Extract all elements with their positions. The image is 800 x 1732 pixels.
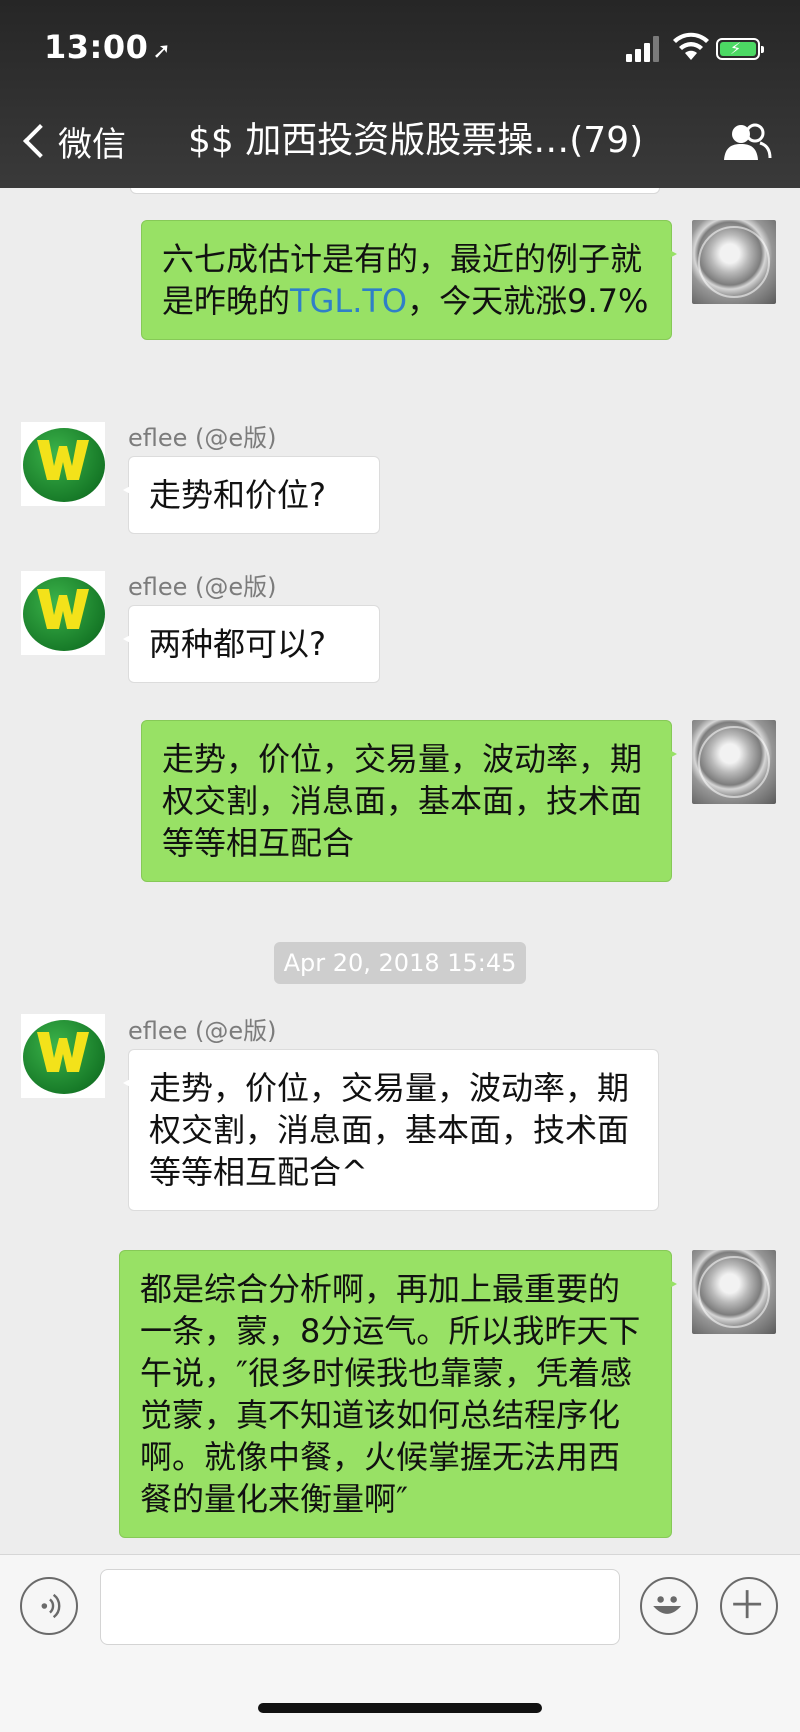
message-input[interactable] (100, 1569, 620, 1645)
message-text: 都是综合分析啊，再加上最重要的一条，蒙，8分运气。所以我昨天下午说，″很多时候我… (140, 1270, 641, 1518)
home-indicator (258, 1703, 542, 1713)
eflee-avatar[interactable] (21, 1014, 105, 1098)
sender-name: eflee (@e版) (128, 1017, 277, 1045)
chat-input-bar (0, 1554, 800, 1732)
back-button[interactable]: 微信 (18, 116, 126, 166)
message-text: ，今天就涨9.7% (407, 282, 649, 320)
more-options-button[interactable] (720, 1577, 778, 1635)
time-divider: Apr 20, 2018 15:45 (274, 942, 526, 984)
message-bubble[interactable]: 走势，价位，交易量，波动率，期权交割，消息面，基本面，技术面等等相互配合 (141, 720, 677, 882)
sender-name: eflee (@e版) (128, 424, 277, 452)
message-list[interactable]: 六七成估计是有的，最近的例子就是昨晚的TGL.TO，今天就涨9.7% eflee… (0, 188, 800, 1554)
message-bubble[interactable]: 走势，价位，交易量，波动率，期权交割，消息面，基本面，技术面等等相互配合^ (123, 1049, 659, 1211)
message-bubble[interactable]: 都是综合分析啊，再加上最重要的一条，蒙，8分运气。所以我昨天下午说，″很多时候我… (119, 1250, 677, 1538)
chevron-left-icon (23, 124, 57, 158)
my-avatar[interactable] (692, 220, 776, 304)
w-logo-icon (37, 440, 89, 480)
emoji-icon (653, 1596, 682, 1614)
status-time: 13:00 ➚ (44, 28, 171, 66)
message-bubble[interactable]: 六七成估计是有的，最近的例子就是昨晚的TGL.TO，今天就涨9.7% (141, 220, 677, 340)
emoji-button[interactable] (640, 1577, 698, 1635)
battery-icon: ⚡ (716, 38, 764, 60)
message-bubble[interactable]: 走势和价位? (123, 456, 380, 534)
plus-icon (733, 1590, 762, 1619)
previous-message-edge (130, 188, 660, 194)
navigation-header: 13:00 ➚ ⚡ 微信 $$ 加西投资版股票操…(79) (0, 0, 800, 188)
eflee-avatar[interactable] (21, 422, 105, 506)
status-time-text: 13:00 (44, 28, 149, 66)
back-label: 微信 (58, 124, 126, 165)
location-icon: ➚ (152, 39, 172, 64)
message-bubble[interactable]: 两种都可以? (123, 605, 380, 683)
message-text: 两种都可以? (149, 625, 326, 663)
sender-name: eflee (@e版) (128, 573, 277, 601)
w-logo-icon (37, 1032, 89, 1072)
voice-icon (41, 1593, 61, 1619)
eflee-avatar[interactable] (21, 571, 105, 655)
w-logo-icon (37, 589, 89, 629)
voice-input-button[interactable] (20, 1577, 78, 1635)
my-avatar[interactable] (692, 720, 776, 804)
cellular-signal-icon (626, 36, 662, 62)
wifi-icon (673, 32, 709, 60)
message-text: 走势和价位? (149, 476, 326, 514)
my-avatar[interactable] (692, 1250, 776, 1334)
message-text: 走势，价位，交易量，波动率，期权交割，消息面，基本面，技术面等等相互配合 (162, 740, 643, 862)
chat-title: $$ 加西投资版股票操…(79) (188, 120, 644, 161)
group-members-icon[interactable] (722, 122, 772, 162)
stock-link[interactable]: TGL.TO (290, 282, 407, 320)
message-text: 走势，价位，交易量，波动率，期权交割，消息面，基本面，技术面等等相互配合^ (149, 1069, 630, 1191)
